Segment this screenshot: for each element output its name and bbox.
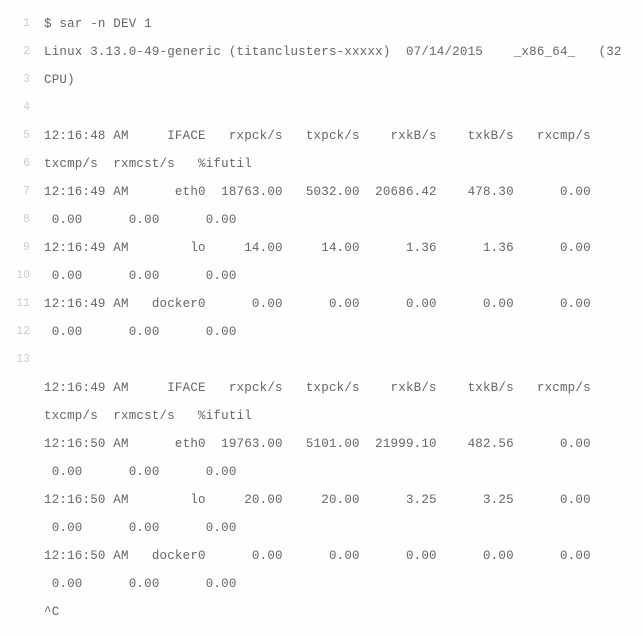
line-content: 0.00 0.00 0.00 — [44, 570, 237, 598]
line-content: CPU) — [44, 66, 75, 94]
code-line: 13 — [8, 346, 635, 374]
code-line: 12:16:50 AM lo 20.00 20.00 3.25 3.25 0.0… — [8, 486, 635, 514]
line-content: 12:16:50 AM lo 20.00 20.00 3.25 3.25 0.0… — [44, 486, 622, 514]
line-content: txcmp/s rxmcst/s %ifutil — [44, 402, 252, 430]
line-content: 12:16:50 AM docker0 0.00 0.00 0.00 0.00 … — [44, 542, 622, 570]
line-number: 4 — [8, 94, 30, 122]
code-line: 10 0.00 0.00 0.00 — [8, 262, 635, 290]
code-line: 8 0.00 0.00 0.00 — [8, 206, 635, 234]
line-number: 2 — [8, 38, 30, 66]
code-block: 1 $ sar -n DEV 1 2 Linux 3.13.0-49-generic … — [8, 10, 635, 626]
code-line: 4 — [8, 94, 635, 122]
line-content: txcmp/s rxmcst/s %ifutil — [44, 150, 252, 178]
line-number: 11 — [8, 290, 30, 318]
code-line: 7 12:16:49 AM eth0 18763.00 5032.00 20686… — [8, 178, 635, 206]
line-content: 0.00 0.00 0.00 — [44, 514, 237, 542]
line-number: 8 — [8, 206, 30, 234]
code-line: 12:16:50 AM docker0 0.00 0.00 0.00 0.00 … — [8, 542, 635, 570]
line-content: $ sar -n DEV 1 — [44, 10, 152, 38]
line-content: 12:16:50 AM eth0 19763.00 5101.00 21999.… — [44, 430, 622, 458]
line-number: 12 — [8, 318, 30, 346]
code-line: ^C — [8, 598, 635, 626]
line-content: Linux 3.13.0-49-generic (titanclusters-x… — [44, 38, 622, 66]
code-line: 0.00 0.00 0.00 — [8, 514, 635, 542]
code-line: 1 $ sar -n DEV 1 — [8, 10, 635, 38]
line-number: 1 — [8, 10, 30, 38]
line-content: 12:16:49 AM eth0 18763.00 5032.00 20686.… — [44, 178, 622, 206]
line-content: 0.00 0.00 0.00 — [44, 206, 237, 234]
line-number: 5 — [8, 122, 30, 150]
line-content: 12:16:49 AM lo 14.00 14.00 1.36 1.36 0.0… — [44, 234, 622, 262]
line-content: 0.00 0.00 0.00 — [44, 318, 237, 346]
line-number: 13 — [8, 346, 30, 374]
line-number: 7 — [8, 178, 30, 206]
line-content: 12:16:48 AM IFACE rxpck/s txpck/s rxkB/s… — [44, 122, 606, 150]
code-line: 9 12:16:49 AM lo 14.00 14.00 1.36 1.36 0.… — [8, 234, 635, 262]
line-content: 12:16:49 AM docker0 0.00 0.00 0.00 0.00 … — [44, 290, 622, 318]
line-number: 6 — [8, 150, 30, 178]
code-line: 12:16:49 AM IFACE rxpck/s txpck/s rxkB/s… — [8, 374, 635, 402]
line-content: 0.00 0.00 0.00 — [44, 458, 237, 486]
code-line: 12:16:50 AM eth0 19763.00 5101.00 21999.… — [8, 430, 635, 458]
line-content: 12:16:49 AM IFACE rxpck/s txpck/s rxkB/s… — [44, 374, 606, 402]
code-line: 0.00 0.00 0.00 — [8, 458, 635, 486]
line-number: 9 — [8, 234, 30, 262]
code-line: 2 Linux 3.13.0-49-generic (titanclusters-… — [8, 38, 635, 66]
line-number: 10 — [8, 262, 30, 290]
code-line: 6 txcmp/s rxmcst/s %ifutil — [8, 150, 635, 178]
code-line: 11 12:16:49 AM docker0 0.00 0.00 0.00 0.0… — [8, 290, 635, 318]
code-line: 5 12:16:48 AM IFACE rxpck/s txpck/s rxkB/… — [8, 122, 635, 150]
line-content: ^C — [44, 598, 59, 626]
code-line: 0.00 0.00 0.00 — [8, 570, 635, 598]
line-content: 0.00 0.00 0.00 — [44, 262, 237, 290]
line-number: 3 — [8, 66, 30, 94]
code-line: 12 0.00 0.00 0.00 — [8, 318, 635, 346]
code-line: 3 CPU) — [8, 66, 635, 94]
code-line: txcmp/s rxmcst/s %ifutil — [8, 402, 635, 430]
